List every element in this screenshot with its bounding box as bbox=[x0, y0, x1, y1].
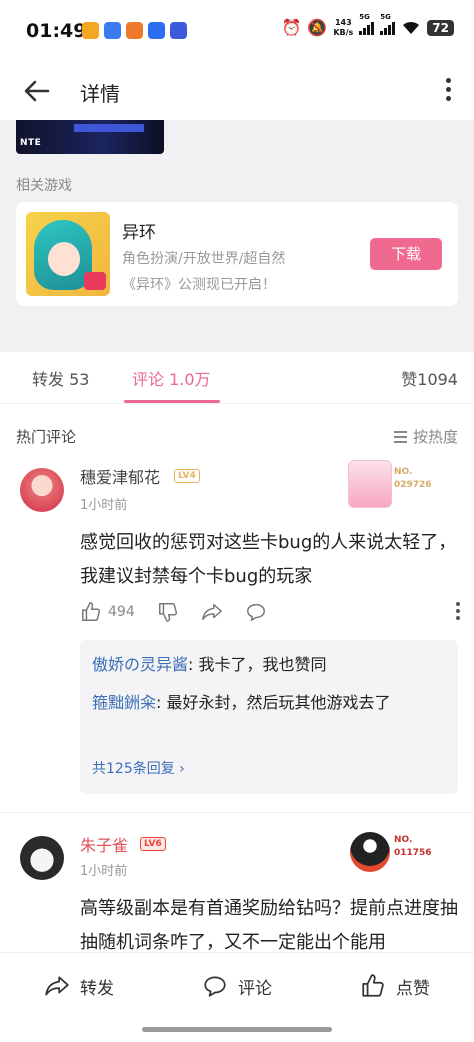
dislike-button[interactable] bbox=[157, 601, 179, 623]
comment-text: 高等级副本是有首通奖励给钻吗？提前点进度抽抽随机词条咋了，又不一定能出个能用 bbox=[80, 898, 458, 953]
signal-2-label: 5G bbox=[380, 13, 391, 21]
fan-badge-image bbox=[348, 460, 392, 508]
comment-button[interactable]: 评论 bbox=[202, 973, 272, 999]
level-badge: LV6 bbox=[140, 837, 166, 851]
fan-badge-no-label: NO. bbox=[394, 835, 413, 845]
reply-text: : 最好永封，然后玩其他游戏去了 bbox=[156, 693, 391, 712]
battery-level: 72 bbox=[427, 20, 454, 36]
download-button[interactable]: 下载 bbox=[370, 238, 442, 270]
forward-button[interactable]: 转发 bbox=[44, 973, 114, 999]
comment-bubble-icon bbox=[246, 603, 265, 621]
more-options-icon[interactable] bbox=[446, 78, 452, 101]
fan-badge-number: NO. 029726 bbox=[394, 466, 432, 492]
level-badge: LV4 bbox=[174, 469, 200, 483]
app-notification-icon bbox=[82, 22, 99, 39]
active-tab-indicator bbox=[124, 400, 220, 403]
related-game-card[interactable]: 异环 角色扮演/开放世界/超自然 《异环》公测现已开启！ 下载 bbox=[16, 202, 458, 306]
comment-item: 穗爱津郁花 LV4 1小时前 NO. 029726 感觉回收的惩罚对这些卡bug… bbox=[0, 460, 474, 810]
thumbs-down-icon bbox=[158, 603, 177, 622]
fan-badge[interactable]: NO. 011756 bbox=[348, 828, 458, 876]
content-tabs: 转发 53 评论 1.0万 赞1094 bbox=[0, 352, 474, 404]
signal-1-icon: 5G bbox=[359, 13, 375, 35]
alarm-icon: ⏰ bbox=[281, 18, 302, 37]
comment-label: 评论 bbox=[238, 978, 272, 999]
status-indicators: ⏰ 🔕 143 KB/s 5G 5G 72 bbox=[281, 13, 454, 38]
reply-item: 箍黜銂籴: 最好永封，然后玩其他游戏去了 bbox=[92, 688, 448, 718]
fan-badge-image bbox=[350, 832, 390, 872]
back-arrow-icon[interactable] bbox=[22, 76, 52, 106]
app-notification-icon bbox=[170, 22, 187, 39]
reply-username[interactable]: 箍黜銂籴 bbox=[92, 693, 156, 712]
view-all-replies-link[interactable]: 共125条回复 › bbox=[92, 758, 185, 778]
comment-item: 朱子雀 LV6 1小时前 NO. 011756 高等级副本是有首通奖励给钻吗？提… bbox=[0, 828, 474, 953]
avatar[interactable] bbox=[20, 836, 64, 880]
signal-2-icon: 5G bbox=[380, 13, 396, 35]
page-title: 详情 bbox=[80, 82, 120, 106]
game-description: 《异环》公测现已开启！ bbox=[122, 277, 276, 293]
bottom-action-bar: 转发 评论 点赞 bbox=[0, 952, 474, 1042]
like-label: 点赞 bbox=[396, 978, 430, 999]
fan-badge[interactable]: NO. 029726 bbox=[348, 460, 458, 508]
fan-badge-no-label: NO. bbox=[394, 467, 413, 477]
fan-badge-no-value: 011756 bbox=[394, 848, 432, 858]
comment-more-icon[interactable] bbox=[456, 602, 460, 620]
signal-1-label: 5G bbox=[359, 13, 370, 21]
status-app-icons bbox=[82, 22, 187, 39]
app-notification-icon bbox=[126, 22, 143, 39]
share-arrow-icon bbox=[45, 976, 69, 996]
mute-icon: 🔕 bbox=[307, 18, 328, 37]
comment-bubble-icon bbox=[204, 976, 226, 997]
thumbs-up-icon bbox=[362, 974, 384, 997]
reply-username[interactable]: 傲娇の灵异酱 bbox=[92, 655, 188, 674]
thumbs-up-icon bbox=[82, 602, 101, 621]
comment-actions: 494 bbox=[80, 600, 460, 624]
reply-item: 傲娇の灵异酱: 我卡了，我也赞同 bbox=[92, 650, 448, 680]
share-arrow-icon bbox=[201, 603, 222, 621]
tab-comments[interactable]: 评论 1.0万 bbox=[132, 366, 211, 390]
banner-logo-text: NTE bbox=[20, 138, 42, 148]
avatar[interactable] bbox=[20, 468, 64, 512]
game-name: 异环 bbox=[122, 223, 156, 243]
fan-badge-number: NO. 011756 bbox=[394, 834, 432, 860]
comment-text: 感觉回收的惩罚对这些卡bug的人来说太轻了，我建议封禁每个卡bug的玩家 bbox=[80, 532, 457, 587]
home-indicator[interactable] bbox=[142, 1027, 332, 1032]
status-bar: 01:49 ⏰ 🔕 143 KB/s 5G 5G 72 bbox=[0, 0, 474, 60]
share-button[interactable] bbox=[201, 601, 223, 623]
like-count: 494 bbox=[108, 604, 135, 620]
comment-username[interactable]: 朱子雀 bbox=[80, 832, 128, 856]
comment-time: 1小时前 bbox=[80, 864, 128, 879]
sort-label: 按热度 bbox=[412, 428, 458, 446]
app-notification-icon bbox=[104, 22, 121, 39]
page-header: 详情 bbox=[0, 60, 474, 120]
comment-username[interactable]: 穗爱津郁花 bbox=[80, 464, 160, 488]
hot-comments-title: 热门评论 bbox=[16, 428, 77, 446]
related-games-label: 相关游戏 bbox=[16, 178, 72, 194]
sort-button[interactable]: 按热度 bbox=[393, 426, 458, 447]
net-speed-unit: KB/s bbox=[333, 28, 354, 37]
post-image[interactable]: NTE bbox=[16, 120, 164, 154]
app-notification-icon bbox=[148, 22, 165, 39]
sort-icon bbox=[393, 430, 407, 443]
status-time: 01:49 bbox=[26, 20, 87, 42]
fan-badge-no-value: 029726 bbox=[394, 480, 432, 490]
reply-button[interactable] bbox=[245, 601, 267, 623]
wifi-icon bbox=[401, 19, 421, 38]
tab-forward[interactable]: 转发 53 bbox=[32, 366, 89, 390]
tab-likes[interactable]: 赞1094 bbox=[401, 366, 458, 390]
like-button[interactable]: 494 bbox=[80, 601, 135, 623]
comment-divider bbox=[0, 812, 474, 813]
forward-label: 转发 bbox=[80, 978, 114, 999]
net-speed-value: 143 bbox=[334, 18, 352, 27]
game-thumbnail bbox=[26, 212, 110, 296]
reply-text: : 我卡了，我也赞同 bbox=[188, 655, 327, 674]
reply-preview-box[interactable]: 傲娇の灵异酱: 我卡了，我也赞同 箍黜銂籴: 最好永封，然后玩其他游戏去了 共1… bbox=[80, 640, 458, 794]
game-tags: 角色扮演/开放世界/超自然 bbox=[122, 251, 286, 267]
related-section: NTE 相关游戏 异环 角色扮演/开放世界/超自然 《异环》公测现已开启！ 下载 bbox=[0, 120, 474, 352]
net-speed: 143 KB/s bbox=[333, 18, 353, 38]
like-post-button[interactable]: 点赞 bbox=[360, 973, 430, 999]
comment-time: 1小时前 bbox=[80, 498, 128, 513]
